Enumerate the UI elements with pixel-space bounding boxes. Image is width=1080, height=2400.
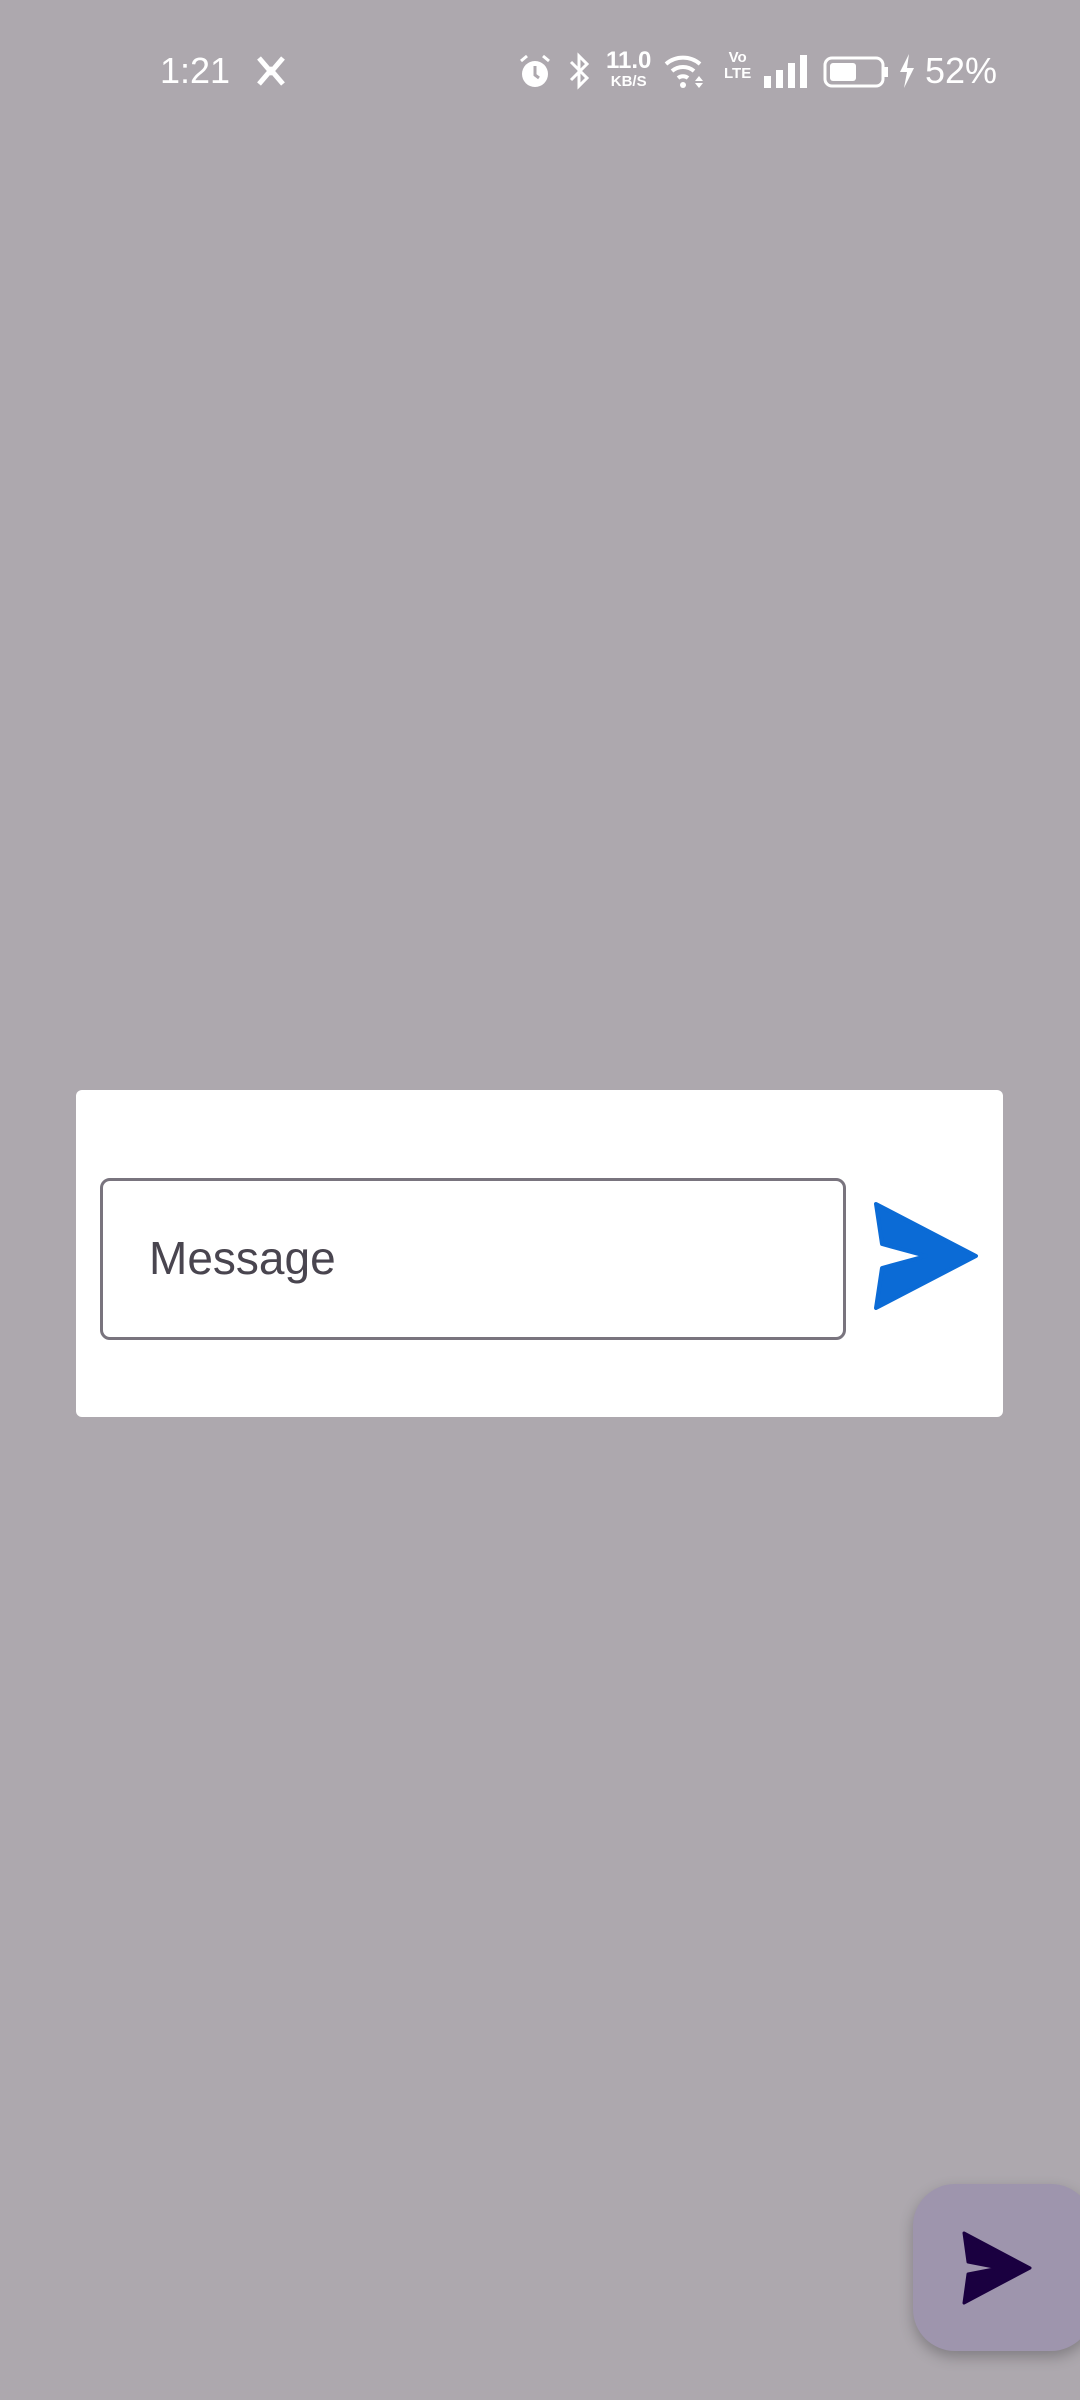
- status-bar: 1:21 11.0 KB/S Vo LTE 52%: [0, 44, 1080, 100]
- no-sim-icon: [257, 56, 285, 86]
- send-fab[interactable]: [913, 2184, 1080, 2351]
- wifi-icon: [664, 55, 703, 88]
- message-input-container[interactable]: [100, 1178, 846, 1340]
- message-dialog: [76, 1090, 1003, 1417]
- network-speed: 11.0 KB/S: [606, 47, 652, 91]
- battery-icon: [823, 56, 888, 88]
- send-icon: [962, 2231, 1032, 2305]
- send-icon: [874, 1202, 978, 1310]
- battery-percent: 52%: [925, 50, 998, 91]
- message-input[interactable]: [149, 1231, 789, 1285]
- signal-icon: [764, 55, 807, 88]
- bluetooth-icon: [569, 52, 590, 90]
- volte-indicator: Vo LTE: [724, 49, 752, 82]
- status-time: 1:21: [160, 50, 231, 91]
- send-button[interactable]: [872, 1200, 982, 1310]
- charging-icon: [900, 54, 914, 88]
- alarm-icon: [520, 54, 550, 87]
